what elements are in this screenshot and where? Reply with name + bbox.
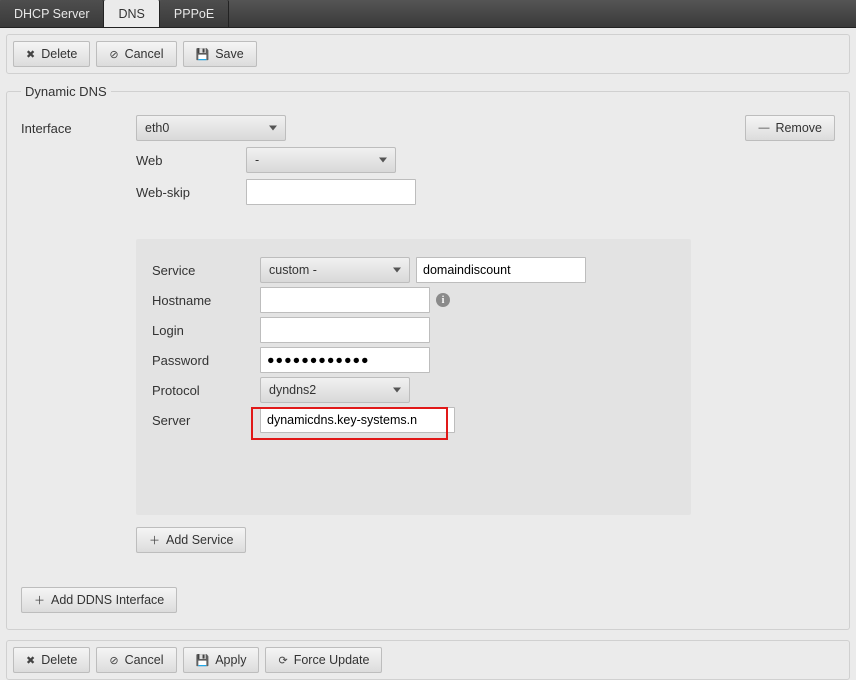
delete-button[interactable]: ✖ Delete [13,41,90,67]
minus-icon: — [758,122,769,134]
button-label: Add DDNS Interface [51,593,164,607]
select-value: eth0 [145,121,169,135]
close-icon: ✖ [26,48,35,61]
refresh-icon: ⟳ [278,654,287,667]
button-label: Remove [775,121,822,135]
cancel-icon: ⊘ [109,48,118,61]
web-select[interactable]: - [246,147,396,173]
label-web-skip: Web-skip [136,185,246,200]
select-value: dyndns2 [269,383,316,397]
button-label: Force Update [294,653,370,667]
tab-dhcp-server[interactable]: DHCP Server [0,0,104,27]
service-custom-input[interactable] [416,257,586,283]
hostname-input[interactable] [260,287,430,313]
chevron-down-icon [269,126,277,131]
apply-button[interactable]: 💾 Apply [183,647,260,673]
cancel-icon: ⊘ [109,654,118,667]
label-web: Web [136,153,246,168]
save-icon: 💾 [196,654,210,667]
button-label: Cancel [125,653,164,667]
password-input[interactable] [260,347,430,373]
panel-legend: Dynamic DNS [21,84,111,99]
button-label: Cancel [125,47,164,61]
button-label: Apply [215,653,246,667]
cancel-button[interactable]: ⊘ Cancel [96,41,176,67]
force-update-button[interactable]: ⟳ Force Update [265,647,382,673]
server-input[interactable] [260,407,455,433]
tab-dns[interactable]: DNS [104,0,159,27]
service-card: Service custom - Hostname i Login [136,239,691,515]
button-label: Delete [41,653,77,667]
tab-bar: DHCP Server DNS PPPoE [0,0,856,28]
save-button[interactable]: 💾 Save [183,41,257,67]
label-login: Login [152,323,260,338]
button-label: Save [215,47,244,61]
close-icon: ✖ [26,654,35,667]
login-input[interactable] [260,317,430,343]
info-icon[interactable]: i [436,293,450,307]
add-ddns-interface-button[interactable]: ＋ Add DDNS Interface [21,587,177,613]
add-service-button[interactable]: ＋ Add Service [136,527,246,553]
button-label: Delete [41,47,77,61]
chevron-down-icon [393,268,401,273]
page-toolbar-bottom: ✖ Delete ⊘ Cancel 💾 Apply ⟳ Force Update [6,640,850,680]
interface-select[interactable]: eth0 [136,115,286,141]
plus-icon: ＋ [34,592,45,608]
label-protocol: Protocol [152,383,260,398]
delete-button[interactable]: ✖ Delete [13,647,90,673]
label-service: Service [152,263,260,278]
tab-label: PPPoE [174,7,214,21]
tab-label: DNS [118,7,144,21]
select-value: custom - [269,263,317,277]
save-icon: 💾 [196,48,210,61]
chevron-down-icon [393,388,401,393]
dynamic-dns-panel: Dynamic DNS Interface eth0 — Remove Web … [6,84,850,630]
web-skip-input[interactable] [246,179,416,205]
page-toolbar-top: ✖ Delete ⊘ Cancel 💾 Save [6,34,850,74]
remove-button[interactable]: — Remove [745,115,835,141]
label-server: Server [152,413,260,428]
button-label: Add Service [166,533,233,547]
tab-pppoe[interactable]: PPPoE [160,0,229,27]
chevron-down-icon [379,158,387,163]
protocol-select[interactable]: dyndns2 [260,377,410,403]
label-interface: Interface [21,121,136,136]
cancel-button[interactable]: ⊘ Cancel [96,647,176,673]
plus-icon: ＋ [149,532,160,548]
service-select[interactable]: custom - [260,257,410,283]
label-hostname: Hostname [152,293,260,308]
select-value: - [255,153,259,167]
label-password: Password [152,353,260,368]
tab-label: DHCP Server [14,7,89,21]
